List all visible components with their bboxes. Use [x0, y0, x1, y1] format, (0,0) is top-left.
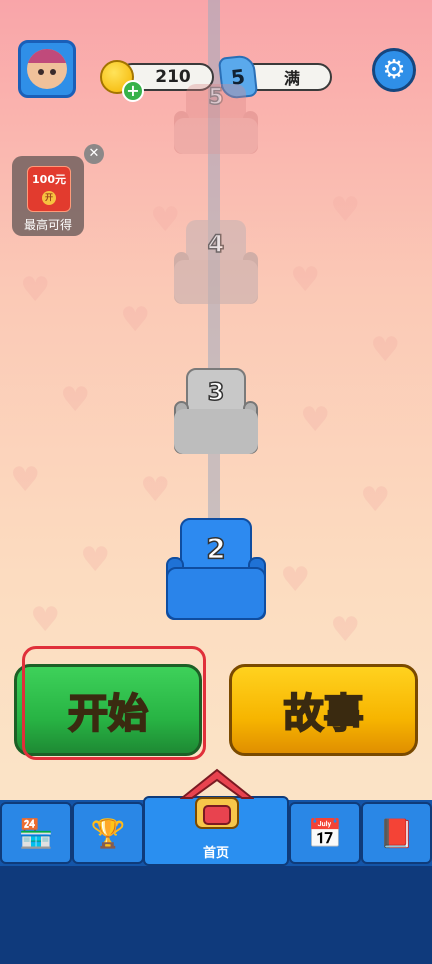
nav-home-label: 首页: [202, 846, 229, 861]
settings-button[interactable]: ⚙: [372, 48, 416, 92]
start-highlight-outline: [22, 646, 206, 760]
add-coins-button[interactable]: +: [122, 80, 144, 102]
gear-icon: ⚙: [382, 55, 406, 85]
story-button[interactable]: 故事: [229, 664, 418, 756]
avatar-button[interactable]: [18, 40, 76, 98]
level-4-chair: 4: [174, 220, 258, 304]
nav-shop[interactable]: 🏪: [0, 802, 72, 864]
story-label: 故事: [283, 690, 365, 738]
nav-calendar[interactable]: 📅: [289, 802, 361, 864]
red-envelope-promo[interactable]: 100元 开 最高可得: [12, 156, 84, 236]
avatar-icon: [27, 49, 67, 89]
lives-status: 满: [283, 69, 300, 88]
promo-amount: 100元: [32, 173, 66, 186]
calendar-icon: 📅: [307, 816, 343, 850]
close-promo-button[interactable]: ✕: [84, 144, 104, 164]
nav-trophy[interactable]: 🏆: [72, 802, 144, 864]
home-icon: [180, 768, 254, 829]
level-3-chair: 3: [174, 368, 258, 454]
nav-book[interactable]: 📕: [361, 802, 432, 864]
footer-area: [0, 866, 432, 964]
promo-open-label: 开: [42, 191, 56, 205]
trophy-icon: 🏆: [90, 816, 126, 850]
shop-icon: 🏪: [18, 816, 54, 850]
level-2-chair[interactable]: 2: [166, 518, 266, 620]
promo-caption: 最高可得: [23, 218, 72, 232]
red-envelope-icon: 100元 开: [27, 166, 71, 212]
book-icon: 📕: [379, 816, 414, 850]
level-5-chair: 5: [174, 84, 258, 154]
